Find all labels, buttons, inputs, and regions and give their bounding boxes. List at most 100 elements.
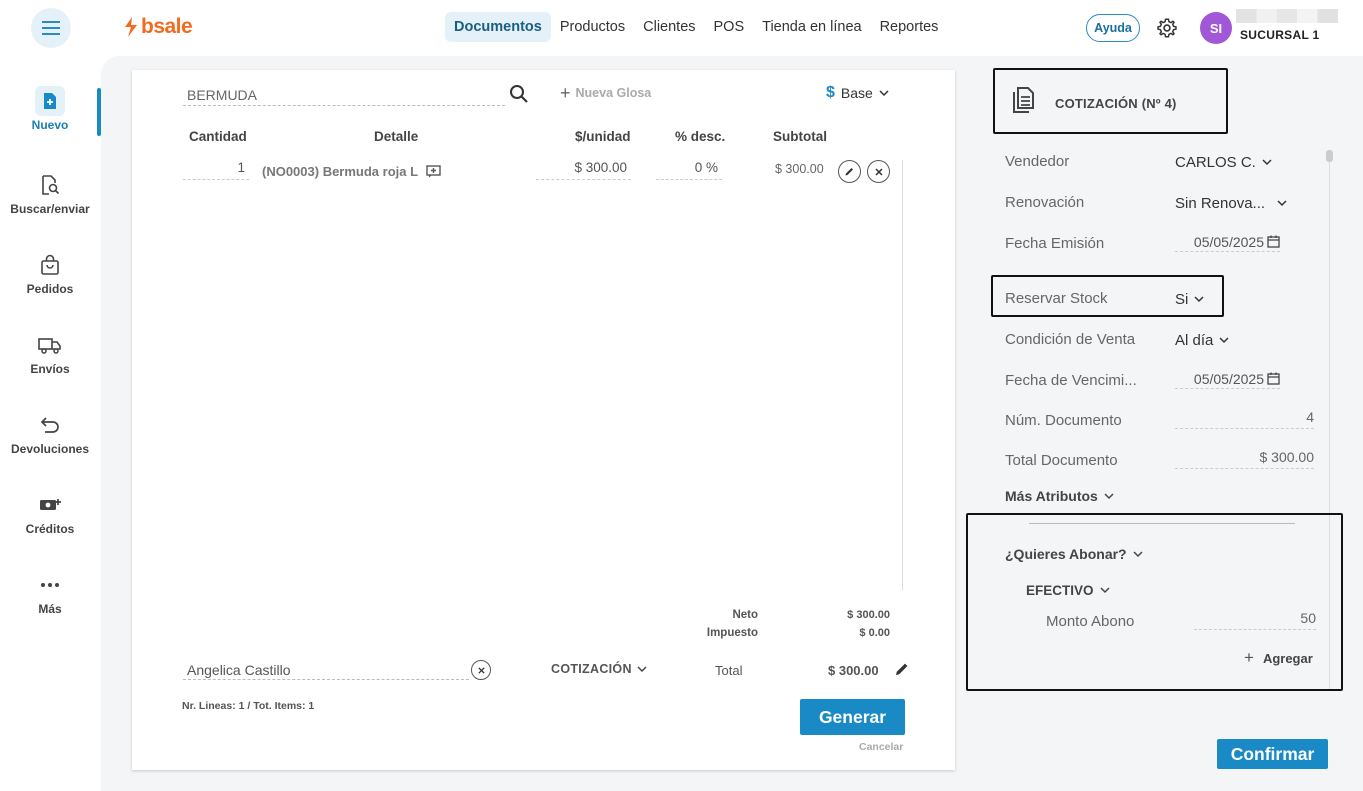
document-header: COTIZACIÓN (Nº 4) <box>993 68 1228 134</box>
sidebar-item-envios[interactable]: Envíos <box>0 332 100 376</box>
line-detail: (NO0003) Bermuda roja L <box>262 164 441 179</box>
column-header-detalle: Detalle <box>374 129 419 144</box>
sidebar-item-label: Nuevo <box>31 118 69 132</box>
sidebar-item-mas[interactable]: Más <box>0 572 100 616</box>
edit-line-button[interactable] <box>838 160 861 183</box>
more-dots-icon <box>0 572 100 598</box>
chevron-down-icon <box>1194 296 1204 303</box>
close-icon <box>477 666 485 674</box>
calendar-icon <box>1267 235 1280 248</box>
line-detail-text: (NO0003) Bermuda roja L <box>262 164 419 179</box>
column-header-subtotal: Subtotal <box>773 129 827 144</box>
product-search-field[interactable] <box>183 84 505 106</box>
calendar-icon <box>1267 372 1280 385</box>
plus-icon: + <box>560 83 571 103</box>
nav-tienda-en-linea[interactable]: Tienda en línea <box>753 12 870 42</box>
num-documento-field[interactable]: 4 <box>1175 409 1314 429</box>
abonar-toggle[interactable]: ¿Quieres Abonar? <box>1005 546 1143 562</box>
unit-price-field[interactable]: $ 300.00 <box>536 160 631 180</box>
fecha-vencimiento-value: 05/05/2025 <box>1193 370 1264 387</box>
new-document-icon <box>35 86 65 116</box>
renovacion-select[interactable]: Sin Renova... <box>1175 195 1287 212</box>
document-card: + Nueva Glosa $ Base Cantidad Detalle $/… <box>132 70 955 770</box>
vendedor-label: Vendedor <box>1005 153 1070 170</box>
top-bar: bsale Documentos Productos Clientes POS … <box>0 0 1363 56</box>
shopping-bag-icon <box>0 252 100 278</box>
payment-method-select[interactable]: EFECTIVO <box>1026 583 1110 598</box>
nav-reportes[interactable]: Reportes <box>871 12 948 42</box>
total-label: Total <box>715 663 743 678</box>
chevron-down-icon <box>1099 587 1110 594</box>
search-icon[interactable] <box>509 84 529 104</box>
document-type-select[interactable]: COTIZACIÓN <box>551 662 647 676</box>
sidebar-item-nuevo[interactable]: Nuevo <box>0 86 100 132</box>
sidebar-item-label: Pedidos <box>26 282 74 296</box>
lines-scrollbar[interactable] <box>902 160 903 590</box>
search-document-icon <box>0 172 100 198</box>
nav-clientes[interactable]: Clientes <box>634 12 704 42</box>
more-attributes-toggle[interactable]: Más Atributos <box>1005 488 1114 504</box>
fecha-vencimiento-field[interactable]: 05/05/2025 <box>1175 369 1280 389</box>
chevron-down-icon <box>1277 200 1287 207</box>
condicion-venta-select[interactable]: Al día <box>1175 332 1229 349</box>
impuesto-value: $ 0.00 <box>859 627 890 639</box>
truck-icon <box>0 332 100 358</box>
total-documento-label: Total Documento <box>1005 452 1118 469</box>
condicion-venta-value: Al día <box>1175 332 1214 349</box>
monto-abono-field[interactable]: 50 <box>1194 610 1316 630</box>
cash-plus-icon <box>0 492 100 518</box>
nav-documentos[interactable]: Documentos <box>445 12 551 42</box>
bsale-logo[interactable]: bsale <box>123 15 193 39</box>
sidebar-item-label: Envíos <box>30 362 70 376</box>
fecha-vencimiento-label: Fecha de Vencimi... <box>1005 372 1137 389</box>
pencil-icon <box>845 168 853 176</box>
discount-field[interactable]: 0 % <box>656 160 722 180</box>
help-button[interactable]: Ayuda <box>1086 14 1140 42</box>
menu-icon[interactable] <box>31 8 71 48</box>
monto-abono-label: Monto Abono <box>1046 613 1135 630</box>
sidebar-item-label: Más <box>38 602 62 616</box>
impuesto-label: Impuesto <box>706 627 758 639</box>
bsale-logo-icon <box>125 17 137 37</box>
add-comment-icon[interactable] <box>426 165 441 178</box>
price-list-select[interactable]: $ Base <box>826 84 889 102</box>
vendedor-select[interactable]: CARLOS C. <box>1175 154 1272 171</box>
sidebar-item-label: Devoluciones <box>10 442 90 456</box>
gear-icon[interactable] <box>1156 17 1178 39</box>
add-payment-button[interactable]: + Agregar <box>1244 648 1313 668</box>
nav-pos[interactable]: POS <box>705 12 754 42</box>
fecha-emision-field[interactable]: 05/05/2025 <box>1175 232 1280 252</box>
condicion-venta-label: Condición de Venta <box>1005 331 1136 348</box>
client-input[interactable] <box>183 660 469 680</box>
new-gloss-button[interactable]: + Nueva Glosa <box>560 83 651 103</box>
reservar-stock-label: Reservar Stock <box>1005 290 1108 307</box>
sidebar-item-label: Créditos <box>25 522 75 536</box>
sidebar-item-pedidos[interactable]: Pedidos <box>0 252 100 296</box>
sidebar-item-devoluciones[interactable]: Devoluciones <box>0 412 100 456</box>
user-avatar[interactable]: SI <box>1200 12 1232 44</box>
panel-scrollbar-thumb[interactable] <box>1326 150 1333 162</box>
cancel-link[interactable]: Cancelar <box>859 741 903 753</box>
product-search-input[interactable] <box>183 84 505 106</box>
column-header-discount: % desc. <box>675 129 726 144</box>
reservar-stock-select[interactable]: Si <box>1175 291 1204 308</box>
return-arrow-icon <box>0 412 100 438</box>
add-payment-label: Agregar <box>1262 650 1313 666</box>
sidebar-item-creditos[interactable]: Créditos <box>0 492 100 536</box>
payment-method-value: EFECTIVO <box>1026 583 1094 598</box>
remove-line-button[interactable] <box>867 160 890 183</box>
main-nav: Documentos Productos Clientes POS Tienda… <box>445 12 947 42</box>
quantity-field[interactable]: 1 <box>183 160 249 180</box>
sidebar-item-buscar-enviar[interactable]: Buscar/enviar <box>0 172 100 216</box>
client-field[interactable] <box>183 660 469 680</box>
branch-name[interactable]: SUCURSAL 1 <box>1240 28 1319 42</box>
pencil-icon[interactable] <box>894 661 910 677</box>
confirm-button[interactable]: Confirmar <box>1217 739 1328 769</box>
total-documento-field[interactable]: $ 300.00 <box>1175 449 1314 469</box>
generate-button[interactable]: Generar <box>800 699 905 735</box>
line-subtotal: $ 300.00 <box>775 162 824 176</box>
nav-productos[interactable]: Productos <box>551 12 634 42</box>
renovacion-label: Renovación <box>1005 194 1085 211</box>
document-type-value: COTIZACIÓN <box>551 662 632 676</box>
clear-client-button[interactable] <box>471 660 491 680</box>
